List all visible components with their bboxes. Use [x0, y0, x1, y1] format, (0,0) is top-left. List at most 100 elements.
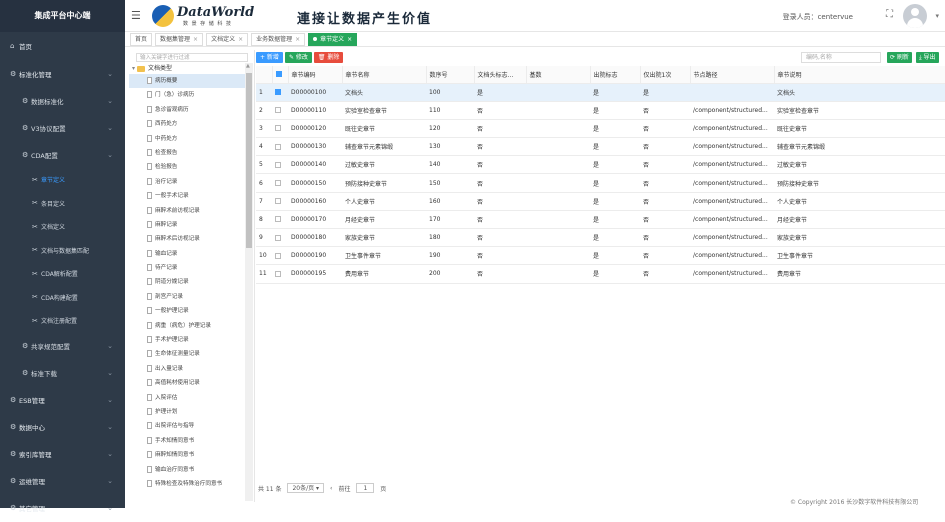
tree-node[interactable]: 入院评估 — [129, 391, 245, 405]
tree-search-input[interactable]: 输入关键字进行过滤 — [136, 53, 248, 62]
table-row[interactable]: 11 D00000195 费用章节 200 否是否/component/structur… — [256, 264, 945, 284]
prev-page-button[interactable]: ‹ — [330, 485, 332, 492]
table-row[interactable]: 6 D00000150 预防接种史章节 150 否是否/component/struct… — [256, 173, 945, 193]
row-checkbox[interactable] — [272, 83, 288, 102]
tree-node[interactable]: 急诊留观病历 — [129, 103, 245, 117]
sidebar-item-section-definition[interactable]: ✂ 章节定义 — [0, 168, 125, 192]
tree-node[interactable]: 输血记录 — [129, 247, 245, 261]
row-checkbox[interactable] — [272, 210, 288, 230]
sidebar-item-standard-download[interactable]: ⚙ 标准下载 ⌄ — [0, 360, 125, 387]
sidebar-item-document-dataset-match[interactable]: ✂ 文档与数据集匹配 — [0, 239, 125, 263]
column-header[interactable]: 章节编码 — [288, 66, 343, 84]
sidebar-item-data-standardization[interactable]: ⚙ 数据标准化 ⌄ — [0, 87, 125, 114]
tree-node[interactable]: 生命体征测量记录 — [129, 347, 245, 361]
close-icon[interactable]: × — [295, 36, 300, 43]
caret-down-icon[interactable]: ▾ — [132, 65, 135, 72]
tree-node[interactable]: 门（急）诊病历 — [129, 88, 245, 102]
row-checkbox[interactable] — [272, 119, 288, 139]
table-row[interactable]: 4 D00000130 辅查章节元素锦缎 130 否是否/component/struc… — [256, 137, 945, 157]
checkbox[interactable] — [275, 180, 281, 187]
tree-node[interactable]: 手术知情同意书 — [129, 434, 245, 448]
tree-scrollbar[interactable]: ▲ — [245, 63, 253, 501]
tab-1[interactable]: 数据集管理 × — [155, 32, 204, 46]
row-checkbox[interactable] — [272, 246, 288, 266]
tree-node[interactable]: 检查报告 — [129, 146, 245, 160]
sidebar-item-esb-management[interactable]: ⚙ ESB管理 ⌄ — [0, 387, 125, 414]
tab-2[interactable]: 文档定义 × — [206, 32, 249, 46]
tree-node[interactable]: 检验报告 — [129, 160, 245, 174]
column-header[interactable]: 基数 — [526, 66, 591, 84]
tree-node[interactable]: 高值耗材使用记录 — [129, 376, 245, 390]
sidebar-item-home[interactable]: ⌂ 首页 — [0, 32, 125, 60]
table-row[interactable]: 8 D00000170 月经史章节 170 否是否/component/structur… — [256, 210, 945, 230]
row-checkbox[interactable] — [272, 155, 288, 175]
table-row[interactable]: 7 D00000160 个人史章节 160 否是否/component/structur… — [256, 192, 945, 211]
tree-node[interactable]: 阴道分娩记录 — [129, 275, 245, 289]
tree-node[interactable]: 护理计划 — [129, 405, 245, 419]
sidebar-item-document-register-config[interactable]: ✂ 文档注册配置 — [0, 309, 125, 333]
tree-node[interactable]: 出院评估与指导 — [129, 419, 245, 433]
sidebar-item-v3-protocol[interactable]: ⚙ V3协议配置 ⌄ — [0, 114, 125, 141]
tree-node[interactable]: 一般护理记录 — [129, 304, 245, 318]
delete-button[interactable]: 🗑 删除 — [313, 52, 344, 63]
close-icon[interactable]: × — [193, 36, 198, 43]
close-icon[interactable]: × — [238, 36, 243, 43]
column-header[interactable]: 节点路径 — [690, 66, 775, 84]
column-header[interactable]: 仅出院1次 — [640, 66, 691, 84]
tree-node[interactable]: 一般手术记录 — [129, 189, 245, 203]
checkbox[interactable] — [275, 198, 281, 205]
sidebar-item-other-management[interactable]: ⚙ 其它管理 ⌄ — [0, 495, 125, 522]
sidebar-item-data-center[interactable]: ⚙ 数据中心 ⌄ — [0, 414, 125, 441]
select-all-checkbox[interactable] — [272, 66, 289, 84]
tree-node[interactable]: 病历概要 — [129, 74, 245, 89]
sidebar-item-cda-config[interactable]: ⚙ CDA配置 ⌄ — [0, 141, 125, 168]
table-row[interactable]: 3 D00000120 既往史章节 120 否是否/component/structur… — [256, 119, 945, 139]
sidebar-item-index-management[interactable]: ⚙ 索引库管理 ⌄ — [0, 441, 125, 468]
row-checkbox[interactable] — [272, 173, 288, 193]
column-header[interactable]: 章节名称 — [342, 66, 427, 84]
tree-node[interactable]: 中药处方 — [129, 132, 245, 146]
tree-node[interactable]: 麻醉术后访视记录 — [129, 232, 245, 246]
sidebar-item-sharing-spec[interactable]: ⚙ 共享规范配置 ⌄ — [0, 333, 125, 360]
checkbox[interactable] — [275, 143, 281, 150]
tree-node[interactable]: 待产记录 — [129, 261, 245, 275]
tree-node[interactable]: 麻醉记录 — [129, 218, 245, 232]
menu-toggle-icon[interactable]: ☰ — [131, 9, 141, 22]
sidebar-item-standard-management[interactable]: ⚙ 标准化管理 ⌄ — [0, 60, 125, 87]
fullscreen-icon[interactable]: ⛶ — [886, 9, 893, 20]
row-checkbox[interactable] — [272, 101, 288, 120]
add-button[interactable]: + 新增 — [256, 52, 283, 63]
tree-node[interactable]: 剖宫产记录 — [129, 290, 245, 304]
checkbox[interactable] — [275, 216, 281, 223]
column-header[interactable]: 出院标志 — [590, 66, 641, 84]
refresh-button[interactable]: ⟳ 刷新 — [887, 52, 912, 63]
avatar[interactable] — [903, 4, 927, 28]
tree-node[interactable]: 治疗记录 — [129, 175, 245, 189]
sidebar-item-entry-definition[interactable]: ✂ 条目定义 — [0, 192, 125, 216]
table-row[interactable]: 9 D00000180 家族史章节 180 否是否/component/structur… — [256, 228, 945, 248]
checkbox[interactable] — [275, 234, 281, 241]
row-checkbox[interactable] — [272, 192, 288, 211]
sidebar-item-ops-management[interactable]: ⚙ 运维管理 ⌄ — [0, 468, 125, 495]
edit-button[interactable]: ✎ 修改 — [284, 52, 312, 63]
table-row[interactable]: 10 D00000190 卫生事件章节 190 否是否/component/struct… — [256, 246, 945, 266]
column-header[interactable]: 文档头标志... — [474, 66, 527, 84]
tree-node[interactable]: 病重（病危）护理记录 — [129, 319, 245, 333]
scroll-up-icon[interactable]: ▲ — [246, 63, 250, 69]
sidebar-item-cda-parse-config[interactable]: ✂ CDA解析配置 — [0, 262, 125, 286]
tree-node[interactable]: 出入量记录 — [129, 362, 245, 376]
chevron-down-icon[interactable]: ▾ — [935, 12, 939, 20]
tree-root[interactable]: ▾ 文档类型 — [129, 63, 245, 74]
row-checkbox[interactable] — [272, 228, 288, 248]
tree-scrollbar-thumb[interactable] — [246, 73, 252, 248]
tree-node[interactable]: 特殊检查及特殊治疗同意书 — [129, 477, 245, 491]
checkbox[interactable] — [275, 89, 281, 96]
tree-node[interactable]: 麻醉术前访视记录 — [129, 204, 245, 218]
sidebar-item-cda-build-config[interactable]: ✂ CDA构建配置 — [0, 286, 125, 310]
page-number-input[interactable]: 1 — [356, 483, 375, 493]
export-button[interactable]: ⤓ 导出 — [916, 52, 939, 63]
row-checkbox[interactable] — [272, 137, 288, 157]
checkbox[interactable] — [275, 252, 281, 259]
tab-3[interactable]: 业务数据管理 × — [251, 32, 306, 46]
tab-0[interactable]: 首页 — [130, 32, 153, 46]
